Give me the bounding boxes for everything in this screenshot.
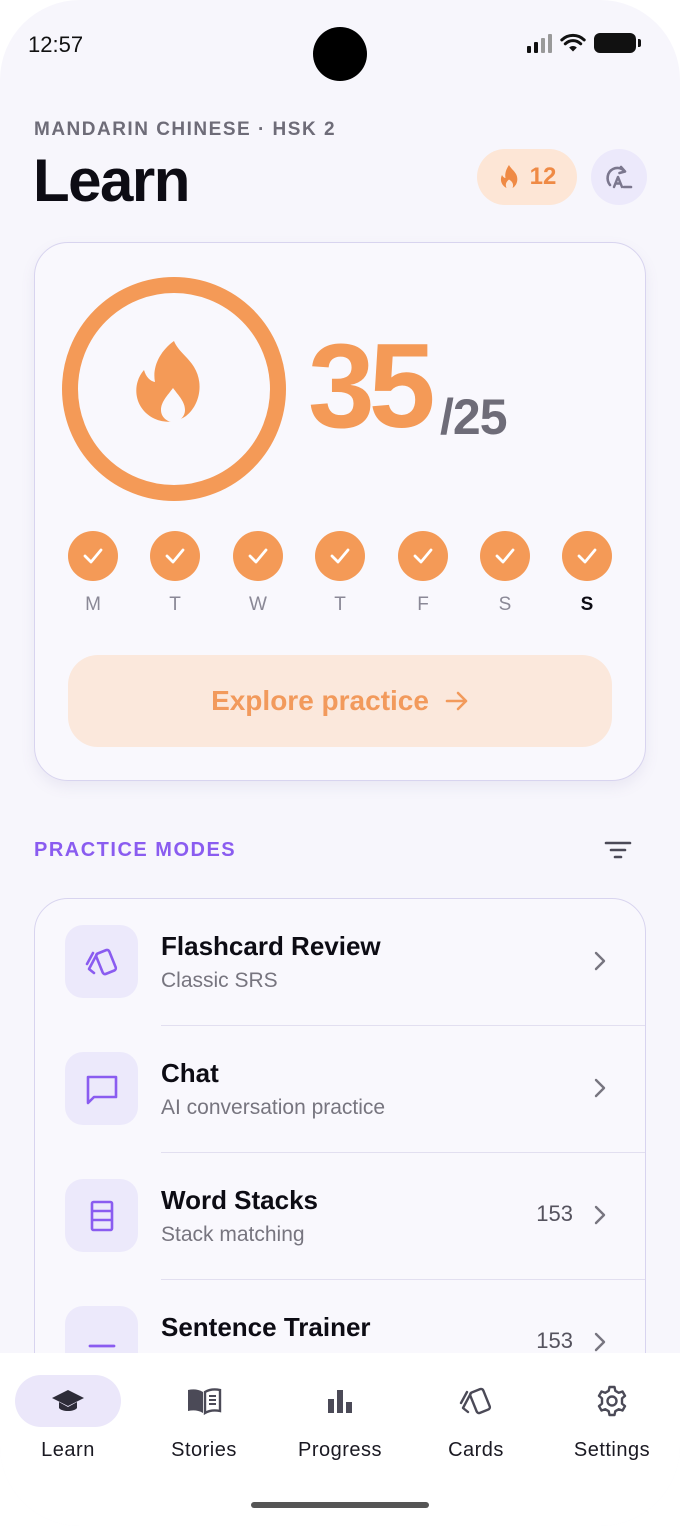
swap-icon [606,165,633,189]
mode-title: Word Stacks [161,1185,319,1215]
filter-icon[interactable] [604,838,632,862]
bottom-nav: Learn Stories Progress Cards Settings [0,1353,680,1526]
day-letter: M [85,594,101,615]
day-friday: F [398,531,448,616]
nav-item-progress[interactable]: Progress [272,1375,408,1462]
nav-item-cards[interactable]: Cards [408,1375,544,1462]
mode-title: Sentence Trainer [161,1312,371,1342]
cards-icon [85,948,117,975]
nav-label: Settings [573,1439,651,1461]
mode-title: Chat [161,1058,219,1088]
chevron-right-icon [594,1078,606,1098]
chat-icon [86,1075,117,1104]
battery-icon [594,33,641,53]
chevron-right-icon [594,951,606,971]
stack-icon [90,1200,113,1231]
flame-icon [500,165,517,188]
check-icon [248,548,268,564]
arrow-right-icon [445,691,468,711]
mode-row-word-stacks[interactable]: Word Stacks Stack matching 153 [35,1153,645,1280]
page-title: Learn [33,147,190,214]
phone-screen: 12:57 MANDARIN CHINESE · HSK 2 Learn 12 [0,0,680,1526]
progress-ring [62,277,286,501]
day-monday: M [68,531,118,616]
day-letter: W [249,594,267,615]
day-check [480,531,530,581]
nav-item-settings[interactable]: Settings [544,1375,680,1462]
mode-icon-box [65,1052,138,1125]
language-level-label: MANDARIN CHINESE · HSK 2 [34,119,337,140]
xp-goal: /25 [440,389,508,445]
mode-row-chat[interactable]: Chat AI conversation practice [35,1026,645,1153]
day-check [398,531,448,581]
explore-practice-button[interactable]: Explore practice [68,655,612,747]
gear-icon [544,1375,680,1427]
chevron-right-icon [594,1205,606,1225]
day-letter-today: S [580,594,594,615]
check-icon [577,548,597,564]
nav-item-learn[interactable]: Learn [0,1375,136,1462]
flame-icon [136,341,200,422]
graduation-cap-icon [0,1375,136,1427]
mode-subtitle: Classic SRS [161,969,278,992]
check-icon [83,548,103,564]
practice-modes-list: Flashcard Review Classic SRS Chat AI con… [34,898,646,1418]
mode-icon-box [65,925,138,998]
mode-count: 153 [536,1201,573,1226]
cards-icon [408,1375,544,1427]
day-check [233,531,283,581]
mode-icon-box [65,1179,138,1252]
streak-count: 12 [529,163,557,190]
mode-title: Flashcard Review [161,931,381,961]
status-time: 12:57 [28,32,84,57]
signal-icon [527,33,552,53]
day-tuesday: T [150,531,200,616]
day-thursday: T [315,531,365,616]
nav-label: Stories [171,1439,237,1461]
nav-label: Progress [297,1439,383,1461]
bar-chart-icon [272,1375,408,1427]
home-indicator[interactable] [251,1502,429,1508]
day-check [315,531,365,581]
day-wednesday: W [233,531,283,616]
mode-row-flashcard-review[interactable]: Flashcard Review Classic SRS [35,899,645,1026]
day-saturday: S [480,531,530,616]
streak-badge[interactable]: 12 [477,149,577,205]
mode-subtitle: AI conversation practice [161,1096,386,1119]
switch-language-button[interactable] [591,149,647,205]
chevron-right-icon [594,1332,606,1352]
check-icon [330,548,350,564]
book-icon [136,1375,272,1427]
camera-cutout [313,27,367,81]
mode-count: 153 [536,1328,573,1353]
check-icon [413,548,433,564]
week-streak: M T W T F S S [68,531,612,621]
nav-label: Cards [448,1439,504,1461]
day-letter: T [334,594,346,615]
check-icon [495,548,515,564]
mode-subtitle: Stack matching [161,1223,305,1246]
nav-label: Learn [41,1439,95,1461]
explore-practice-label: Explore practice [211,685,429,716]
nav-item-stories[interactable]: Stories [136,1375,272,1462]
xp-current: 35 [308,319,436,453]
wifi-icon [560,33,586,52]
practice-modes-heading: PRACTICE MODES [34,839,237,861]
day-letter: F [417,594,429,615]
day-letter: T [169,594,181,615]
day-check [562,531,612,581]
day-sunday: S [562,531,612,616]
check-icon [165,548,185,564]
day-check [150,531,200,581]
day-check [68,531,118,581]
status-icons [527,33,641,53]
day-letter: S [498,594,512,615]
